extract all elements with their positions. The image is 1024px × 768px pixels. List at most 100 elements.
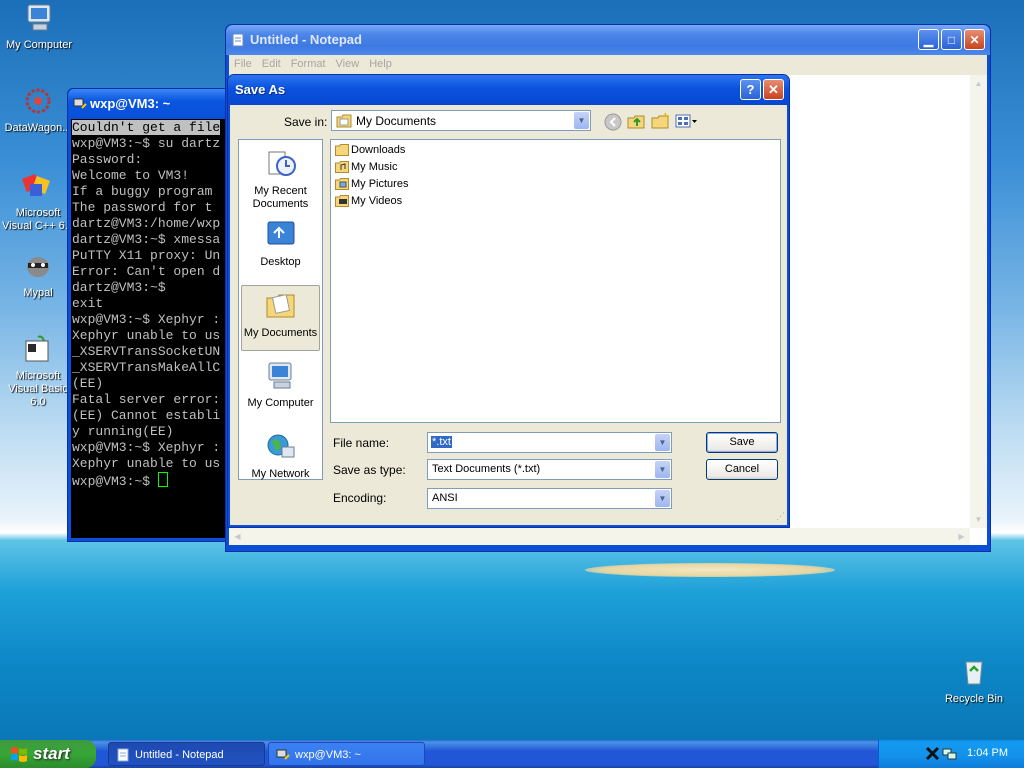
- horizontal-scrollbar[interactable]: ◀ ▶: [229, 528, 970, 545]
- maximize-button[interactable]: □: [941, 29, 962, 50]
- start-label: start: [33, 744, 70, 763]
- place-label: My Documents: [243, 327, 318, 339]
- network-tray-icon[interactable]: [942, 746, 957, 761]
- list-item[interactable]: My Music: [334, 159, 397, 175]
- place-my-recent-documents[interactable]: My Recent Documents: [241, 144, 320, 210]
- terminal-line: dartz@VM3:~$ xmessa: [72, 232, 221, 247]
- music-folder-icon: [335, 161, 349, 173]
- visual-basic-icon: [25, 335, 49, 362]
- terminal-line: PuTTY X11 proxy: Un: [72, 248, 221, 263]
- notepad-menu-bar: File Edit Format View Help: [229, 55, 987, 75]
- network-globe-icon: [267, 434, 294, 458]
- desktop-icon-visual-cpp[interactable]: Microsoft Visual C++ 6.0: [1, 170, 75, 233]
- scroll-right-icon[interactable]: ▶: [954, 529, 969, 544]
- desktop-icon-recycle-bin[interactable]: Recycle Bin: [937, 656, 1011, 706]
- scroll-up-icon[interactable]: ▲: [971, 76, 986, 91]
- place-my-documents[interactable]: My Documents: [241, 285, 320, 351]
- menu-file[interactable]: File: [229, 55, 257, 70]
- taskbar-item-putty[interactable]: wxp@VM3: ~: [268, 742, 425, 766]
- notepad-title: Untitled - Notepad: [250, 32, 362, 47]
- minimize-button[interactable]: ▁: [918, 29, 939, 50]
- desktop-icon-datawagon[interactable]: DataWagon...: [1, 85, 75, 135]
- save-as-title-bar[interactable]: Save As ? ✕: [228, 75, 789, 105]
- close-icon: ✕: [768, 82, 779, 97]
- encoding-label: Encoding:: [333, 491, 387, 505]
- windows-flag-icon: [11, 747, 27, 762]
- desktop-icon-mypal[interactable]: Mypal: [1, 250, 75, 300]
- desktop-icon: [267, 221, 294, 245]
- notepad-icon: [232, 33, 244, 47]
- putty-icon: [73, 98, 87, 109]
- file-list[interactable]: Downloads My Music My Pictures My Videos: [330, 139, 781, 423]
- menu-view[interactable]: View: [331, 55, 365, 70]
- menu-help[interactable]: Help: [364, 55, 397, 70]
- terminal-line: Fatal server error:: [72, 392, 221, 407]
- notepad-title-bar[interactable]: Untitled - Notepad ▁ □ ✕: [226, 25, 990, 55]
- terminal-line: dartz@VM3:~$: [72, 280, 166, 295]
- save-as-title: Save As: [235, 82, 286, 97]
- minimize-icon: ▁: [923, 33, 934, 47]
- terminal-line: The password for t: [72, 200, 213, 215]
- list-item[interactable]: Downloads: [334, 142, 405, 158]
- recent-documents-icon: [268, 151, 296, 176]
- new-folder-icon[interactable]: [651, 112, 669, 130]
- terminal-line: y running(EE): [72, 424, 174, 439]
- chevron-down-icon: ▼: [655, 490, 670, 507]
- encoding-value: ANSI: [432, 492, 458, 504]
- visual-cpp-icon: [22, 174, 50, 196]
- island: [585, 563, 835, 577]
- clock[interactable]: 1:04 PM: [967, 747, 1008, 759]
- desktop: My Computer DataWagon... Microsoft Visua…: [0, 0, 1024, 740]
- resize-grip-icon[interactable]: ⋰: [776, 512, 786, 524]
- places-bar: My Recent Documents Desktop My Documents: [238, 139, 323, 480]
- back-icon[interactable]: [604, 113, 622, 131]
- dialog-close-button[interactable]: ✕: [763, 79, 784, 100]
- help-icon: ?: [746, 82, 755, 97]
- mypal-raccoon-icon: [27, 257, 49, 277]
- start-button[interactable]: start: [0, 740, 96, 768]
- notepad-icon: [117, 748, 129, 762]
- folder-documents-icon: [336, 114, 352, 128]
- place-label: My Recent Documents: [252, 185, 309, 210]
- list-item[interactable]: My Pictures: [334, 176, 408, 192]
- desktop-icon-label: Microsoft Visual Basic 6.0: [8, 370, 68, 408]
- scroll-down-icon[interactable]: ▼: [971, 512, 986, 527]
- save-as-type-dropdown[interactable]: Text Documents (*.txt) ▼: [427, 459, 672, 480]
- place-my-computer[interactable]: My Computer: [241, 356, 320, 422]
- menu-format[interactable]: Format: [286, 55, 331, 70]
- views-menu-icon[interactable]: [675, 112, 699, 130]
- terminal-line: Welcome to VM3!: [72, 168, 190, 183]
- desktop-icon-visual-basic[interactable]: Microsoft Visual Basic 6.0: [1, 333, 75, 409]
- desktop-icon-my-computer[interactable]: My Computer: [2, 2, 76, 52]
- menu-edit[interactable]: Edit: [257, 55, 286, 70]
- save-in-dropdown[interactable]: My Documents ▼: [331, 110, 591, 131]
- terminal-cursor: [157, 472, 168, 487]
- terminal-line: Xephyr unable to us: [72, 456, 221, 471]
- terminal-output[interactable]: Couldn't get a file wxp@VM3:~$ su dartz Pa…: [71, 119, 226, 538]
- scroll-left-icon[interactable]: ◀: [230, 529, 245, 544]
- desktop-icon-label: Mypal: [23, 287, 53, 299]
- place-my-network[interactable]: My Network: [241, 427, 320, 493]
- place-desktop[interactable]: Desktop: [241, 215, 320, 281]
- taskbar-item-notepad[interactable]: Untitled - Notepad: [108, 742, 265, 766]
- task-label: wxp@VM3: ~: [295, 749, 361, 761]
- list-item[interactable]: My Videos: [334, 193, 402, 209]
- save-button[interactable]: Save: [706, 432, 778, 453]
- up-one-level-icon[interactable]: [627, 112, 645, 130]
- file-name-input[interactable]: *.txt ▼: [427, 432, 672, 453]
- chevron-down-icon: ▼: [655, 461, 670, 478]
- terminal-line: Error: Can't open d: [72, 264, 221, 279]
- file-name: My Music: [351, 161, 398, 173]
- encoding-dropdown[interactable]: ANSI ▼: [427, 488, 672, 509]
- cancel-button[interactable]: Cancel: [706, 459, 778, 480]
- save-as-dialog[interactable]: Save As ? ✕ Save in: My Documents ▼ My R…: [227, 74, 790, 528]
- vertical-scrollbar[interactable]: ▲ ▼: [970, 75, 987, 528]
- datawagon-icon: [25, 88, 51, 114]
- xming-icon[interactable]: [925, 746, 940, 761]
- terminal-line: wxp@VM3:~$ su dartz: [72, 136, 221, 151]
- terminal-line: _XSERVTransMakeAllC: [72, 360, 221, 375]
- my-documents-folder-icon: [266, 294, 294, 318]
- videos-folder-icon: [335, 195, 349, 207]
- close-button[interactable]: ✕: [964, 29, 985, 50]
- help-button[interactable]: ?: [740, 79, 761, 100]
